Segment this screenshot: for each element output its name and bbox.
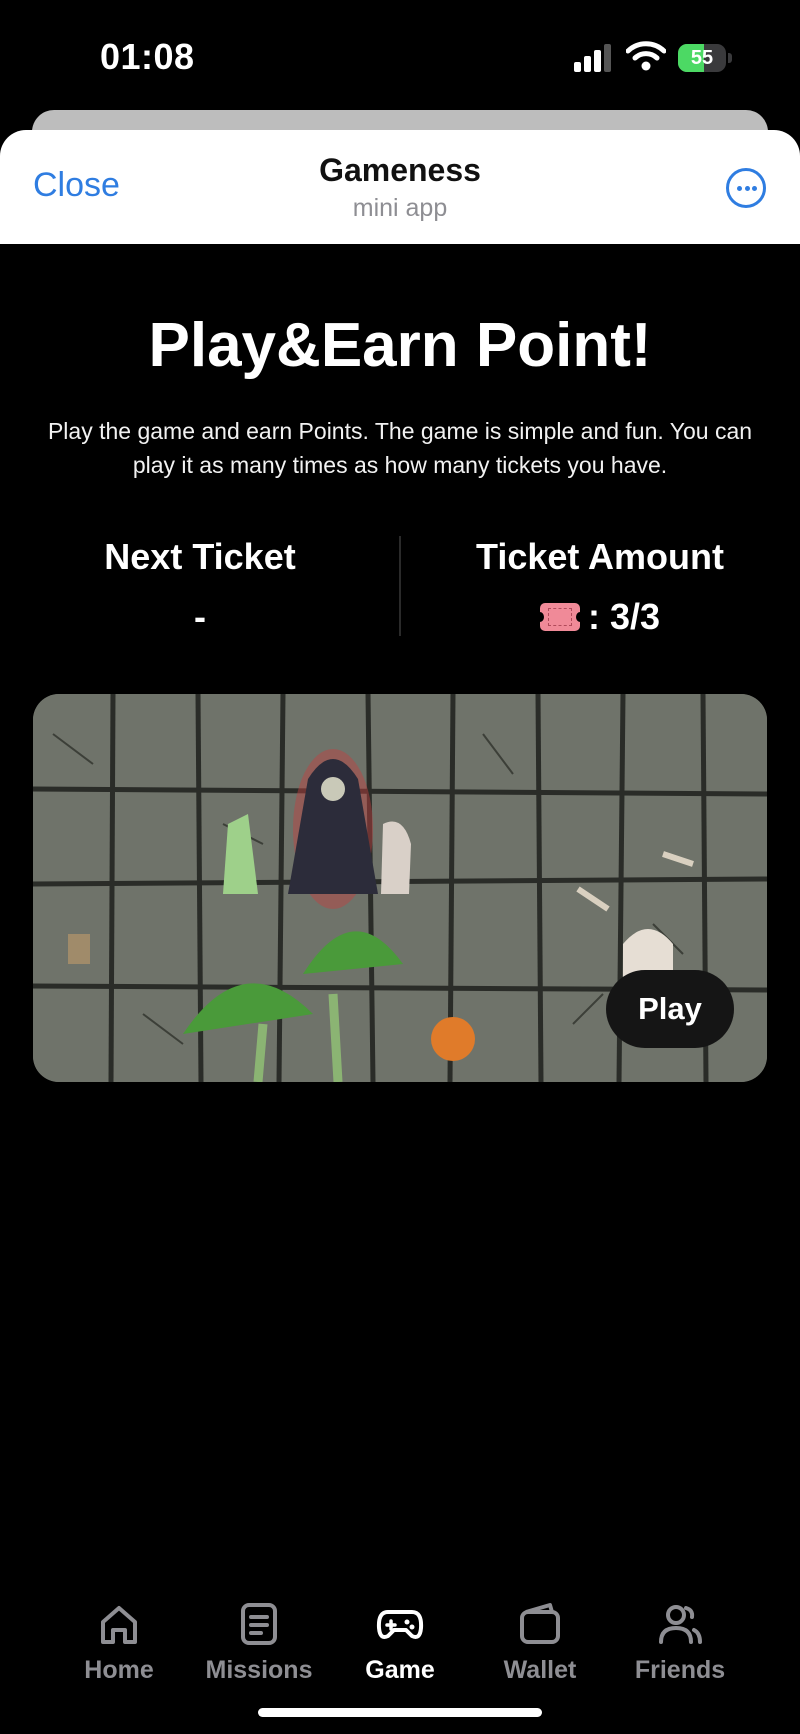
next-ticket-value: - xyxy=(194,596,206,637)
wallet-icon xyxy=(520,1603,560,1644)
tab-label: Game xyxy=(365,1656,435,1684)
gamepad-icon xyxy=(376,1610,424,1639)
ticket-icon xyxy=(535,603,584,631)
tab-home[interactable]: Home xyxy=(49,1600,189,1685)
tab-label: Missions xyxy=(205,1656,313,1684)
tab-label: Wallet xyxy=(503,1656,577,1684)
mini-app-header: Close Gameness mini app xyxy=(0,130,800,244)
tab-wallet[interactable]: Wallet xyxy=(470,1600,610,1685)
ticket-amount-stat: Ticket Amount : 3/3 xyxy=(400,536,800,638)
wifi-icon xyxy=(626,41,666,71)
next-ticket-label: Next Ticket xyxy=(104,536,296,577)
status-bar: 01:08 55 xyxy=(0,0,800,118)
tab-label: Friends xyxy=(634,1656,726,1684)
battery-percentage: 55 xyxy=(690,47,714,69)
home-indicator xyxy=(258,1708,542,1717)
status-time: 01:08 xyxy=(100,36,195,77)
tab-friends[interactable]: Friends xyxy=(610,1600,750,1685)
ticket-amount-value: : 3/3 xyxy=(587,596,661,637)
app-title: Gameness xyxy=(319,152,481,188)
home-icon xyxy=(101,1606,137,1644)
description-text: Play the game and earn Points. The game … xyxy=(47,418,753,478)
ticket-amount-label: Ticket Amount xyxy=(475,536,725,577)
friends-icon xyxy=(659,1605,702,1644)
tab-missions[interactable]: Missions xyxy=(189,1600,329,1685)
tab-game[interactable]: Game xyxy=(330,1600,470,1685)
tab-label: Home xyxy=(84,1656,154,1684)
more-options-icon[interactable] xyxy=(726,168,766,208)
page-title: Play&Earn Point! xyxy=(148,311,652,380)
play-button[interactable]: Play xyxy=(606,970,734,1048)
battery-icon: 55 xyxy=(678,44,732,72)
missions-icon xyxy=(241,1603,277,1645)
app-subtitle: mini app xyxy=(352,194,448,222)
next-ticket-stat: Next Ticket - xyxy=(0,536,400,638)
bottom-tab-bar: Home Missions Game Wallet Friends xyxy=(0,1600,800,1700)
cellular-signal-icon xyxy=(574,44,611,72)
